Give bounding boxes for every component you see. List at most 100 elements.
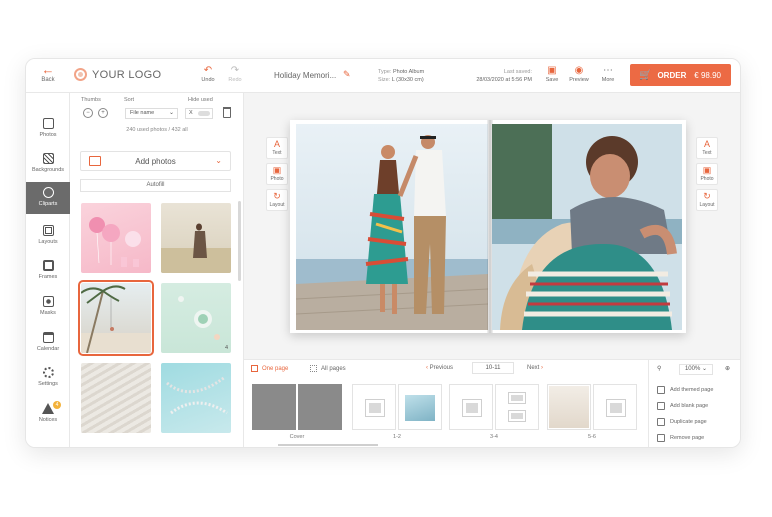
hide-used-value: X (189, 110, 193, 116)
add-photo-tool[interactable]: ▣ Photo (266, 163, 288, 185)
zoom-out-icon[interactable]: ⚲ (657, 365, 661, 372)
sidebar-item-frames[interactable]: Frames (26, 255, 70, 287)
calendar-icon (42, 332, 54, 343)
redo-icon: ↷ (230, 65, 240, 76)
redo-button[interactable]: ↷ Redo (224, 65, 246, 83)
sidebar-item-label: Calendar (36, 346, 60, 352)
sidebar-item-notices[interactable]: Notices 4 (26, 398, 70, 430)
page-photo (405, 395, 435, 421)
project-name[interactable]: Holiday Memori... (274, 71, 336, 80)
add-blank-page-button[interactable]: Add blank page (657, 402, 708, 410)
zoom-in-icon[interactable]: ⊕ (725, 365, 730, 372)
add-photo-tool-right[interactable]: ▣ Photo (696, 163, 718, 185)
save-button[interactable]: ▣ Save (541, 65, 563, 83)
one-page-view-button[interactable]: One page (251, 365, 288, 372)
add-text-tool[interactable]: A Text (266, 137, 288, 159)
sidebar-item-label: Photos (39, 132, 57, 138)
clipart-icon (42, 187, 54, 198)
sidebar-item-photos[interactable]: Photos (26, 113, 70, 145)
header: ← Back YOUR LOGO ↶ Undo ↷ Redo Holiday M… (26, 59, 740, 93)
back-label: Back (41, 77, 55, 83)
autofill-button[interactable]: Autofill (80, 179, 231, 192)
zoom-in-icon[interactable]: + (98, 108, 108, 118)
photo-tool-label: Photo (270, 176, 284, 182)
palm-swing-image (81, 285, 151, 353)
duplicate-page-button[interactable]: Duplicate page (657, 418, 707, 426)
cart-icon: 🛒 (639, 69, 652, 81)
order-label: ORDER (657, 70, 687, 80)
photo-thumbnail[interactable] (81, 203, 151, 273)
next-button[interactable]: Next › (527, 365, 543, 371)
undo-button[interactable]: ↶ Undo (197, 65, 219, 83)
right-page[interactable] (492, 124, 682, 330)
page-number-field[interactable]: 10-11 (472, 362, 514, 374)
photo-thumbnail[interactable] (161, 363, 231, 433)
panel-scrollbar[interactable] (238, 201, 241, 281)
photo-panel: Thumbs Sort Hide used − + File name ⌄ X … (70, 93, 244, 447)
photo-thumbnail[interactable] (161, 203, 231, 273)
add-text-tool-right[interactable]: A Text (696, 137, 718, 159)
layout-tool[interactable]: ↻ Layout (266, 189, 288, 211)
sidebar: Photos Backgrounds Cliparts Layouts Fram… (26, 93, 70, 447)
person-field-image (161, 223, 231, 273)
zoom-controls: ⚲ 100% ⌄ ⊕ (649, 364, 740, 378)
remove-page-button[interactable]: Remove page (657, 434, 704, 442)
balloons-image (89, 217, 141, 267)
sidebar-item-masks[interactable]: Masks (26, 291, 70, 323)
page-navigator: One page All pages ‹ Previous 10-11 Next… (244, 359, 648, 447)
sidebar-item-settings[interactable]: Settings (26, 362, 70, 394)
preview-button[interactable]: ◉ Preview (568, 65, 590, 83)
text-icon: A (703, 139, 710, 149)
logo-icon (74, 68, 87, 81)
photo-book-spread[interactable] (290, 120, 686, 333)
left-page[interactable] (296, 124, 488, 330)
sidebar-item-label: Layouts (38, 239, 58, 245)
more-button[interactable]: ⋯ More (597, 65, 619, 83)
text-tool-label: Text (272, 150, 282, 156)
page-thumb (398, 384, 442, 430)
last-saved-value: 28/03/2020 at 5:56 PM (476, 77, 532, 83)
toggle-switch (198, 111, 210, 116)
trash-icon[interactable] (223, 107, 231, 118)
page-photo (549, 386, 589, 428)
photo-thumbnail[interactable] (78, 280, 154, 356)
sidebar-item-calendar[interactable]: Calendar (26, 327, 70, 359)
add-themed-page-button[interactable]: Add themed page (657, 386, 713, 394)
remove-page-label: Remove page (670, 435, 705, 441)
layout-tool-label: Layout (699, 202, 715, 208)
zoom-out-icon[interactable]: − (83, 108, 93, 118)
order-button[interactable]: 🛒 ORDER € 98.90 (630, 64, 731, 86)
sidebar-item-label: Frames (38, 274, 58, 280)
sidebar-item-layouts[interactable]: Layouts (26, 220, 70, 252)
thumbs-label: Thumbs (81, 97, 101, 103)
spread-cover[interactable] (252, 384, 342, 430)
back-button[interactable]: ← Back (34, 63, 62, 84)
sort-select[interactable]: File name ⌄ (125, 108, 178, 119)
spread-label: Cover (289, 434, 305, 440)
spread-3-4[interactable] (449, 384, 539, 430)
zoom-select[interactable]: 100% ⌄ (679, 364, 713, 375)
one-page-icon (251, 365, 258, 372)
sidebar-item-backgrounds[interactable]: Backgrounds (26, 148, 70, 180)
hide-used-toggle[interactable]: X (185, 108, 213, 119)
type-label: Type: (378, 69, 392, 75)
sidebar-item-cliparts[interactable]: Cliparts (26, 182, 70, 214)
spreads-scrollbar[interactable] (278, 444, 378, 446)
photo-thumbnail[interactable]: 4 (161, 283, 231, 353)
grid-icon (310, 365, 317, 372)
layout-tool-label: Layout (269, 202, 285, 208)
add-photos-button[interactable]: Add photos ⌄ (80, 151, 231, 171)
photo-thumbnail[interactable] (81, 363, 151, 433)
spread-5-6[interactable] (547, 384, 637, 430)
all-pages-view-button[interactable]: All pages (310, 365, 346, 372)
undo-label: Undo (201, 77, 215, 83)
rotate-icon: ↻ (273, 191, 281, 201)
text-tool-label: Text (702, 150, 712, 156)
one-page-label: One page (262, 365, 289, 372)
pencil-icon[interactable]: ✎ (343, 69, 351, 80)
spread-1-2[interactable] (352, 384, 442, 430)
layout-tool-right[interactable]: ↻ Layout (696, 189, 718, 211)
page-thumb (352, 384, 396, 430)
previous-button[interactable]: ‹ Previous (426, 365, 453, 371)
image-placeholder-icon (365, 399, 385, 417)
